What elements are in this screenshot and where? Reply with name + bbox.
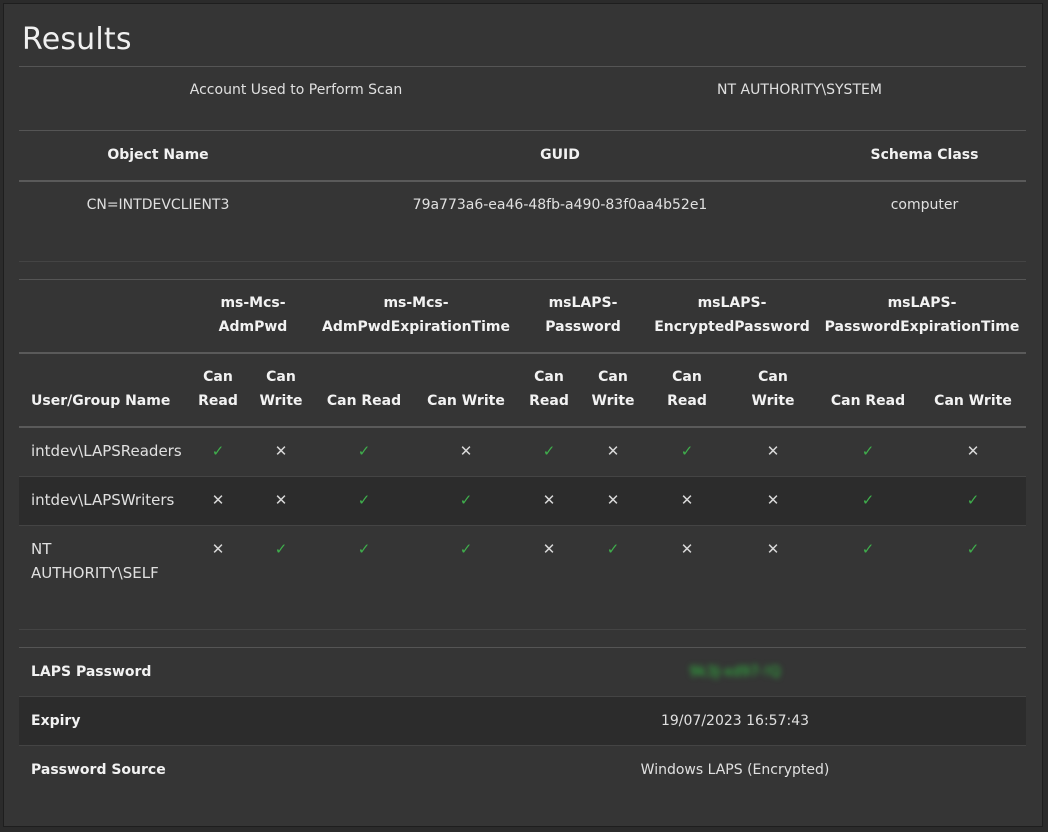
- attr-header-mslaps-expiration: msLAPS- PasswordExpirationTime: [824, 295, 1020, 335]
- cross-icon: ✕: [542, 491, 556, 509]
- password-source-label: Password Source: [31, 762, 166, 778]
- perm-subheader: Can Read: [314, 389, 414, 413]
- page-title: Results: [22, 22, 132, 57]
- scan-account-label: Account Used to Perform Scan: [189, 82, 403, 98]
- scan-account-section: Account Used to Perform Scan NT AUTHORIT…: [19, 66, 1026, 136]
- check-icon: ✓: [357, 540, 371, 558]
- password-source-value: Windows LAPS (Encrypted): [640, 762, 830, 778]
- perm-subheader-line: Write: [751, 393, 795, 409]
- perm-subheader-line: Can: [266, 369, 296, 385]
- schema-class-header: Schema Class: [870, 147, 979, 163]
- perm-row-name: NT AUTHORITY\SELF: [31, 537, 196, 585]
- object-table: Object Name GUID Schema Class CN=INTDEVC…: [19, 131, 1026, 271]
- guid-value: 79a773a6-ea46-48fb-a490-83f0aa4b52e1: [412, 197, 708, 213]
- expiry-label: Expiry: [31, 713, 81, 729]
- perm-subheader-line: Can: [758, 369, 788, 385]
- cross-icon: ✕: [542, 540, 556, 558]
- check-icon: ✓: [274, 540, 288, 558]
- cross-icon: ✕: [274, 442, 288, 460]
- attr-header-mslaps-password: msLAPS- Password: [545, 295, 621, 335]
- check-icon: ✓: [542, 442, 556, 460]
- cross-icon: ✕: [459, 442, 473, 460]
- perm-subheader: Can Read: [818, 389, 918, 413]
- attr-header-admpwd-expiration: ms-Mcs- AdmPwdExpirationTime: [322, 295, 510, 335]
- check-icon: ✓: [861, 491, 875, 509]
- object-name-value: CN=INTDEVCLIENT3: [86, 197, 230, 213]
- check-icon: ✓: [357, 442, 371, 460]
- perm-subheader-line: Can: [598, 369, 628, 385]
- cross-icon: ✕: [680, 491, 694, 509]
- cross-icon: ✕: [766, 491, 780, 509]
- perm-subheader-line: Can: [534, 369, 564, 385]
- results-panel: Results Account Used to Perform Scan NT …: [3, 3, 1043, 827]
- cross-icon: ✕: [606, 491, 620, 509]
- scan-account-value: NT AUTHORITY\SYSTEM: [717, 82, 882, 98]
- perm-subheader-line: Can: [672, 369, 702, 385]
- expiry-value: 19/07/2023 16:57:43: [660, 713, 810, 729]
- perm-row-name-line: AUTHORITY\SELF: [31, 564, 159, 582]
- perm-subheader-line: Can Read: [326, 393, 402, 409]
- cross-icon: ✕: [211, 540, 225, 558]
- check-icon: ✓: [357, 491, 371, 509]
- laps-password-value[interactable]: 9k3J-xd97-!Q: [449, 660, 1021, 684]
- cross-icon: ✕: [766, 442, 780, 460]
- check-icon: ✓: [680, 442, 694, 460]
- perm-subheader-line: Can Write: [427, 393, 505, 409]
- check-icon: ✓: [966, 491, 980, 509]
- perm-subheader: Can Write: [723, 365, 823, 413]
- check-icon: ✓: [861, 540, 875, 558]
- perm-row-name-line: intdev\LAPSWriters: [31, 491, 175, 509]
- check-icon: ✓: [459, 540, 473, 558]
- permissions-table: ms-Mcs- AdmPwd ms-Mcs- AdmPwdExpirationTim…: [19, 279, 1026, 631]
- perm-row-name-line: intdev\LAPSReaders: [31, 442, 182, 460]
- perm-row-name: intdev\LAPSReaders: [31, 439, 196, 463]
- perm-subheader-line: Write: [591, 393, 635, 409]
- perm-subheader-line: Write: [259, 393, 303, 409]
- object-name-header: Object Name: [107, 147, 209, 163]
- schema-class-value: computer: [890, 197, 959, 213]
- attr-header-admpwd: ms-Mcs- AdmPwd: [218, 295, 288, 335]
- cross-icon: ✕: [966, 442, 980, 460]
- perm-subheader-line: Can: [203, 369, 233, 385]
- guid-header: GUID: [540, 147, 580, 163]
- perm-subheader-line: Can Read: [830, 393, 906, 409]
- perm-subheader: Can Read: [637, 365, 737, 413]
- perm-row-name: intdev\LAPSWriters: [31, 488, 196, 512]
- check-icon: ✓: [966, 540, 980, 558]
- check-icon: ✓: [861, 442, 875, 460]
- laps-password-label: LAPS Password: [31, 664, 152, 680]
- perm-subheader-line: Can Write: [934, 393, 1012, 409]
- check-icon: ✓: [211, 442, 225, 460]
- perm-row-name-line: NT: [31, 540, 52, 558]
- cross-icon: ✕: [274, 491, 288, 509]
- check-icon: ✓: [459, 491, 473, 509]
- cross-icon: ✕: [680, 540, 694, 558]
- perm-subheader: Can Write: [923, 389, 1023, 413]
- attr-header-mslaps-encrypted: msLAPS- EncryptedPassword: [654, 295, 810, 335]
- details-table: LAPS Password 9k3J-xd97-!Q Expiry 19/07/…: [19, 647, 1026, 797]
- check-icon: ✓: [606, 540, 620, 558]
- cross-icon: ✕: [211, 491, 225, 509]
- cross-icon: ✕: [606, 442, 620, 460]
- cross-icon: ✕: [766, 540, 780, 558]
- perm-subheader-line: Read: [667, 393, 707, 409]
